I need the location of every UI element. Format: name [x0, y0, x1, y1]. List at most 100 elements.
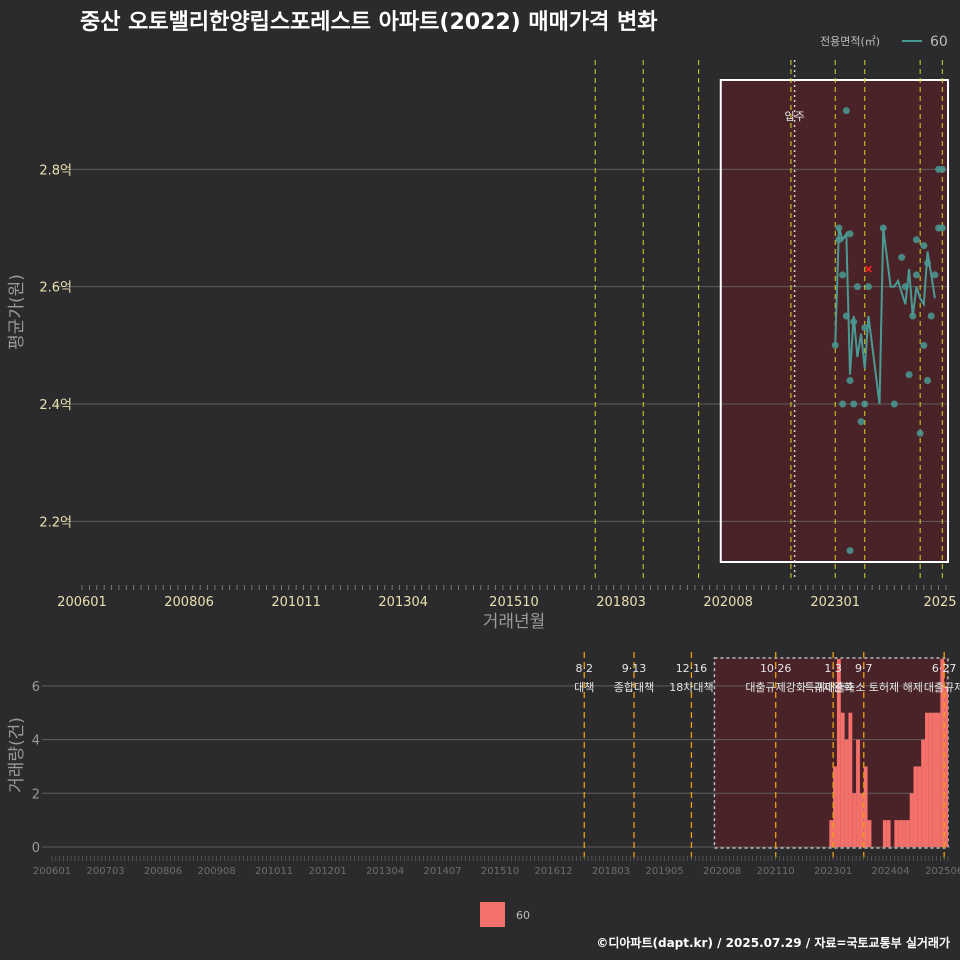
price-point	[861, 400, 869, 408]
volume-bar	[909, 793, 914, 847]
price-point	[879, 224, 887, 232]
y-tick-label: 2.8억	[39, 163, 72, 178]
volume-x-tick: 202506	[925, 866, 960, 877]
volume-x-tick: 201510	[481, 866, 519, 877]
volume-y-tick: 2	[32, 787, 40, 802]
volume-x-tick: 202110	[757, 866, 795, 877]
legend-bar-label: 60	[516, 909, 530, 922]
price-point	[898, 253, 906, 261]
volume-bar	[894, 820, 899, 847]
volume-y-axis-title: 거래량(건)	[7, 717, 27, 793]
top-legend: 전용면적(㎡) 60	[820, 34, 948, 50]
volume-x-tick: 200601	[33, 866, 71, 877]
price-point	[924, 259, 932, 267]
price-point	[864, 283, 872, 291]
volume-x-tick: 200908	[198, 866, 236, 877]
price-point	[924, 377, 932, 385]
price-point	[850, 400, 858, 408]
volume-bar	[848, 712, 853, 847]
price-point	[846, 377, 854, 385]
price-point	[831, 341, 839, 349]
volume-bar	[917, 766, 922, 847]
event-date: 1·3	[824, 662, 842, 675]
price-point	[857, 418, 865, 426]
volume-bar	[905, 820, 910, 847]
volume-bar	[882, 820, 887, 847]
highlight-band	[720, 80, 948, 562]
legend-title: 전용면적(㎡)	[820, 35, 880, 48]
source-caption: ©디아파트(dapt.kr) / 2025.07.29 / 자료=국토교통부 실…	[596, 935, 950, 950]
x-axis-title: 거래년월	[483, 612, 546, 632]
chart-title: 중산 오토밸리한양립스포레스트 아파트(2022) 매매가격 변화	[80, 10, 658, 35]
volume-bar	[913, 766, 918, 847]
event-label: 대출규제강화	[745, 681, 806, 694]
x-tick-label: 2025	[923, 595, 956, 610]
price-point	[938, 165, 946, 173]
x-tick-label: 202301	[810, 595, 860, 610]
legend-bar-swatch	[480, 902, 505, 927]
volume-bar	[936, 712, 941, 847]
y-tick-label: 2.6억	[39, 281, 72, 296]
volume-x-tick: 201011	[255, 866, 293, 877]
volume-bar	[902, 820, 906, 847]
volume-bar	[844, 739, 849, 847]
volume-x-tick: 201612	[535, 866, 573, 877]
price-point	[853, 283, 861, 291]
volume-x-tick: 201407	[423, 866, 461, 877]
volume-bar	[867, 820, 872, 847]
volume-y-tick: 6	[32, 680, 40, 695]
y-axis-title: 평균가(원)	[7, 274, 27, 350]
volume-bar	[859, 793, 864, 847]
event-date: 6·27	[932, 662, 957, 675]
price-point	[846, 547, 854, 555]
price-point	[905, 371, 913, 379]
volume-bar	[886, 820, 891, 847]
price-point	[901, 283, 909, 291]
event-label: 특례대출축소 토허제 해제	[805, 680, 923, 694]
price-point	[850, 318, 858, 326]
price-point	[842, 312, 850, 320]
price-point	[938, 224, 946, 232]
volume-y-tick: 0	[32, 841, 40, 856]
price-point	[920, 341, 928, 349]
price-point	[846, 230, 854, 238]
volume-x-tick: 202404	[871, 866, 909, 877]
volume-bar	[932, 712, 937, 847]
event-date: 8·2	[575, 662, 593, 675]
bottom-legend: 60	[480, 902, 530, 927]
volume-bar	[840, 712, 845, 847]
event-label: 대출규제	[924, 681, 960, 694]
volume-x-tick: 201201	[309, 866, 347, 877]
price-point	[839, 400, 847, 408]
event-date: 9·7	[855, 662, 873, 675]
volume-x-tick: 201905	[646, 866, 684, 877]
y-tick-label: 2.2억	[39, 515, 72, 530]
volume-bar	[921, 739, 926, 847]
event-label: 종합대책	[614, 681, 654, 694]
price-point	[890, 400, 898, 408]
price-point	[912, 236, 920, 244]
price-point	[861, 324, 869, 332]
price-point	[920, 242, 928, 250]
price-point	[842, 107, 850, 115]
price-panel: 2.2억 2.4억 2.6억 2.8억 입주 200601 200806 201011 2013…	[7, 60, 957, 632]
price-point	[835, 224, 843, 232]
volume-x-tick: 202301	[814, 866, 852, 877]
x-tick-label: 201803	[596, 595, 646, 610]
legend-label: 60	[930, 34, 948, 50]
event-date: 10·26	[760, 662, 792, 675]
event-label: 대책	[574, 681, 594, 694]
volume-bar	[925, 712, 929, 847]
volume-x-tick: 200806	[144, 866, 182, 877]
y-tick-label: 2.4억	[39, 398, 72, 413]
volume-x-tick: 201304	[366, 866, 404, 877]
volume-x-tick: 200703	[87, 866, 125, 877]
volume-x-tick: 201803	[592, 866, 630, 877]
event-date: 12·16	[676, 662, 708, 675]
event-date: 9·13	[622, 662, 647, 675]
volume-bar	[852, 793, 857, 847]
volume-panel: 0 2 4 6 8·2 대책 9·13 종합대책 12·16 18차대책 10·26 대출규제강화 1·…	[7, 652, 960, 877]
price-volume-chart: 중산 오토밸리한양립스포레스트 아파트(2022) 매매가격 변화 전용면적(㎡…	[7, 10, 960, 950]
price-point	[931, 271, 939, 279]
volume-x-tick: 202008	[703, 866, 741, 877]
